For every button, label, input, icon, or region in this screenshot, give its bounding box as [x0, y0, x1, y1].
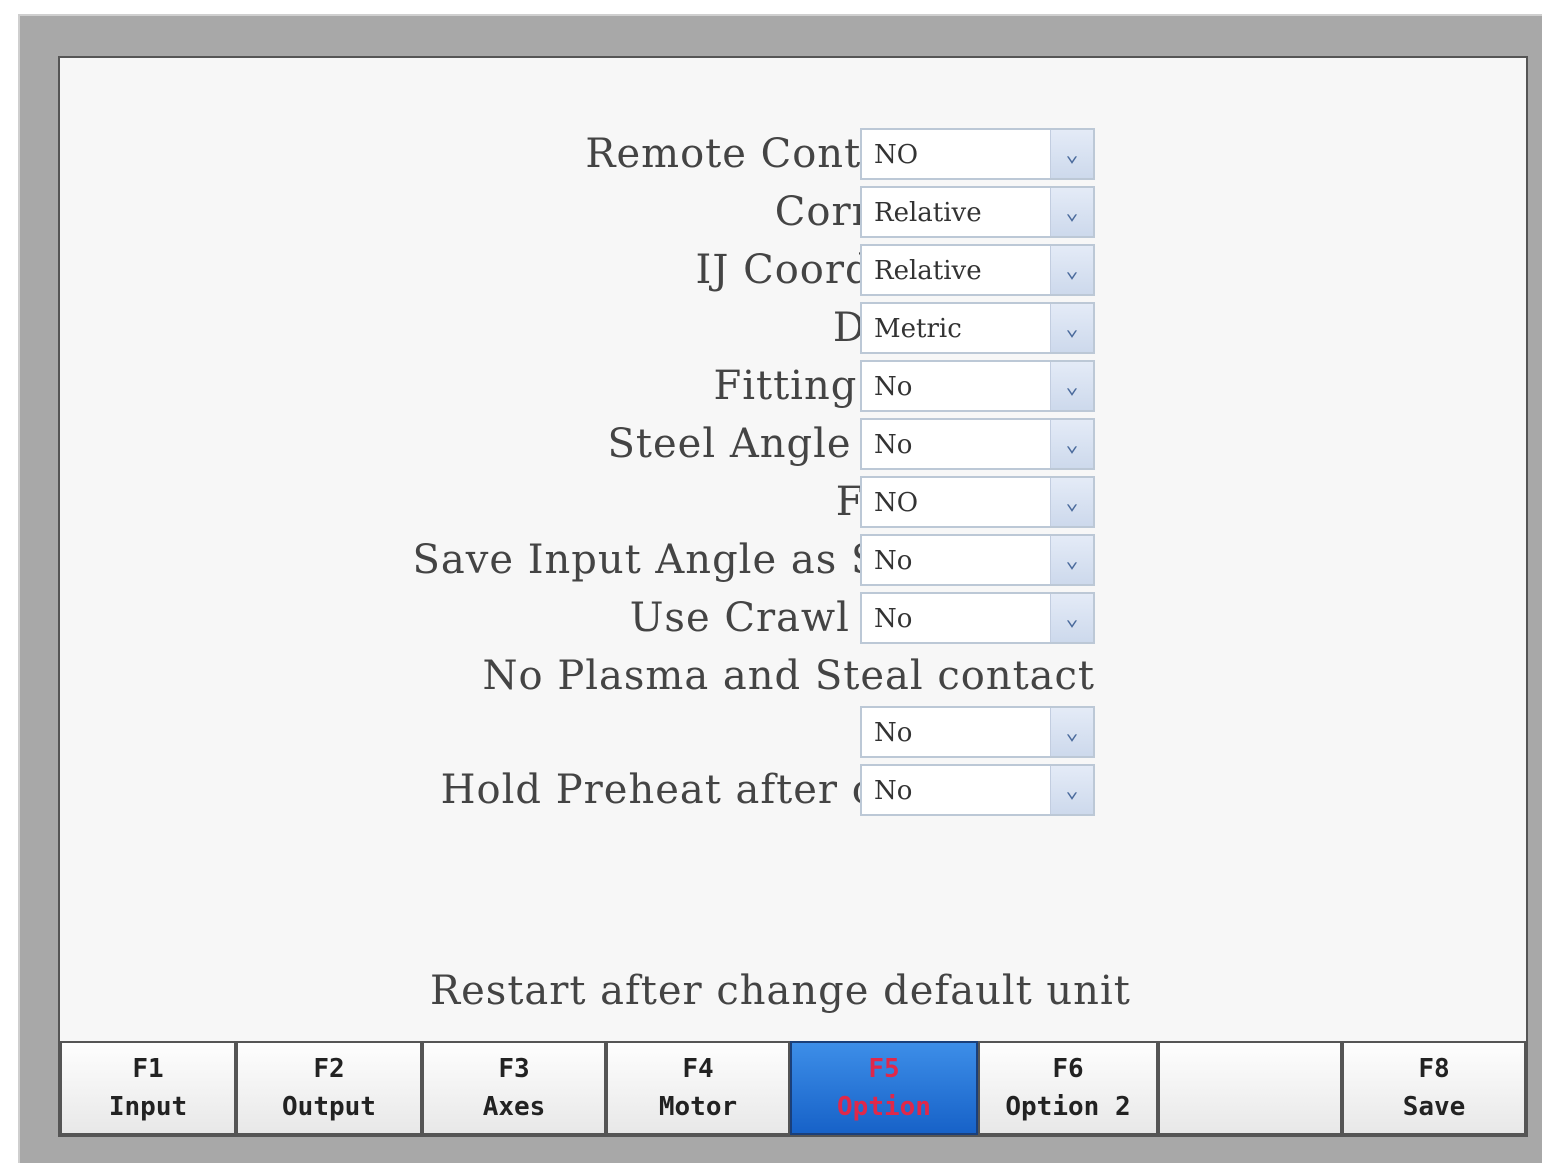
setting-row-forbidden-f: Forbidden F NO ⌄	[60, 476, 1095, 528]
key-code: F6	[1052, 1054, 1084, 1084]
setting-row-no-plasma-contact: check No ⌄	[60, 706, 1095, 758]
key-code: F2	[313, 1054, 345, 1084]
setting-row-hold-preheat: Hold Preheat after cutting end No ⌄	[60, 764, 1095, 816]
setting-row-corridate-type: Corridate Type Relative ⌄	[60, 186, 1095, 238]
remote-controller-type-select[interactable]: NO ⌄	[860, 128, 1095, 180]
fitting-short-line-select[interactable]: No ⌄	[860, 360, 1095, 412]
setting-row-no-plasma-contact-line1: No Plasma and Steal contact	[60, 650, 1095, 702]
chevron-down-icon[interactable]: ⌄	[1050, 536, 1093, 584]
corridate-type-select[interactable]: Relative ⌄	[860, 186, 1095, 238]
no-plasma-contact-check-select[interactable]: No ⌄	[860, 706, 1095, 758]
key-label: Motor	[658, 1092, 738, 1122]
setting-label: No Plasma and Steal contact	[482, 653, 1095, 699]
setting-row-fitting-short-line: Fitting Short Line No ⌄	[60, 360, 1095, 412]
key-label: Output	[282, 1092, 376, 1122]
f6-option2-button[interactable]: F6 Option 2	[978, 1041, 1158, 1135]
key-label: Option	[837, 1092, 931, 1122]
select-value: No	[874, 718, 913, 748]
select-value: NO	[874, 488, 919, 518]
setting-row-default-unit: Default Unit Metric ⌄	[60, 302, 1095, 354]
use-crawl-in-piercing-select[interactable]: No ⌄	[860, 592, 1095, 644]
key-code: F8	[1418, 1054, 1450, 1084]
key-code: F5	[868, 1054, 900, 1084]
option-screen: Remote Controller Type NO ⌄ Corridate Ty…	[58, 56, 1528, 1137]
function-key-bar: F1 Input F2 Output F3 Axes F4 Motor F5 O…	[60, 1041, 1526, 1135]
f1-input-button[interactable]: F1 Input	[60, 1041, 236, 1135]
select-value: Metric	[874, 314, 962, 344]
chevron-down-icon[interactable]: ⌄	[1050, 594, 1093, 642]
chevron-down-icon[interactable]: ⌄	[1050, 304, 1093, 352]
f3-axes-button[interactable]: F3 Axes	[422, 1041, 606, 1135]
key-code: F4	[682, 1054, 714, 1084]
chevron-down-icon[interactable]: ⌄	[1050, 130, 1093, 178]
key-code: F1	[132, 1054, 164, 1084]
select-value: No	[874, 776, 913, 806]
key-label: Option 2	[1005, 1092, 1131, 1122]
steel-angle-remember-select[interactable]: No ⌄	[860, 418, 1095, 470]
chevron-down-icon[interactable]: ⌄	[1050, 766, 1093, 814]
f2-output-button[interactable]: F2 Output	[236, 1041, 422, 1135]
save-input-angle-select[interactable]: No ⌄	[860, 534, 1095, 586]
hold-preheat-select[interactable]: No ⌄	[860, 764, 1095, 816]
ij-coordinate-type-select[interactable]: Relative ⌄	[860, 244, 1095, 296]
setting-row-save-input-angle: Save Input Angle as Steel Angle No ⌄	[60, 534, 1095, 586]
chevron-down-icon[interactable]: ⌄	[1050, 362, 1093, 410]
select-value: Relative	[874, 198, 982, 228]
setting-row-remote-controller-type: Remote Controller Type NO ⌄	[60, 128, 1095, 180]
chevron-down-icon[interactable]: ⌄	[1050, 420, 1093, 468]
forbidden-f-select[interactable]: NO ⌄	[860, 476, 1095, 528]
setting-row-ij-coordinate-type: IJ Coordinate Type Relative ⌄	[60, 244, 1095, 296]
restart-notice: Restart after change default unit	[430, 968, 1131, 1014]
select-value: No	[874, 430, 913, 460]
key-label: Input	[108, 1092, 188, 1122]
select-value: No	[874, 604, 913, 634]
key-label: Save	[1402, 1092, 1466, 1122]
select-value: Relative	[874, 256, 982, 286]
f8-save-button[interactable]: F8 Save	[1342, 1041, 1526, 1135]
default-unit-select[interactable]: Metric ⌄	[860, 302, 1095, 354]
setting-row-steel-angle-remember: Steel Angle Remember No ⌄	[60, 418, 1095, 470]
chevron-down-icon[interactable]: ⌄	[1050, 246, 1093, 294]
window-frame: Remote Controller Type NO ⌄ Corridate Ty…	[18, 14, 1542, 1163]
key-code: F3	[498, 1054, 530, 1084]
setting-row-use-crawl-in-piercing: Use Crawl in Piercing No ⌄	[60, 592, 1095, 644]
chevron-down-icon[interactable]: ⌄	[1050, 188, 1093, 236]
chevron-down-icon[interactable]: ⌄	[1050, 708, 1093, 756]
f5-option-button[interactable]: F5 Option	[790, 1041, 978, 1135]
chevron-down-icon[interactable]: ⌄	[1050, 478, 1093, 526]
select-value: No	[874, 372, 913, 402]
select-value: No	[874, 546, 913, 576]
select-value: NO	[874, 140, 919, 170]
f7-empty-button[interactable]	[1158, 1041, 1342, 1135]
f4-motor-button[interactable]: F4 Motor	[606, 1041, 790, 1135]
key-label: Axes	[482, 1092, 546, 1122]
